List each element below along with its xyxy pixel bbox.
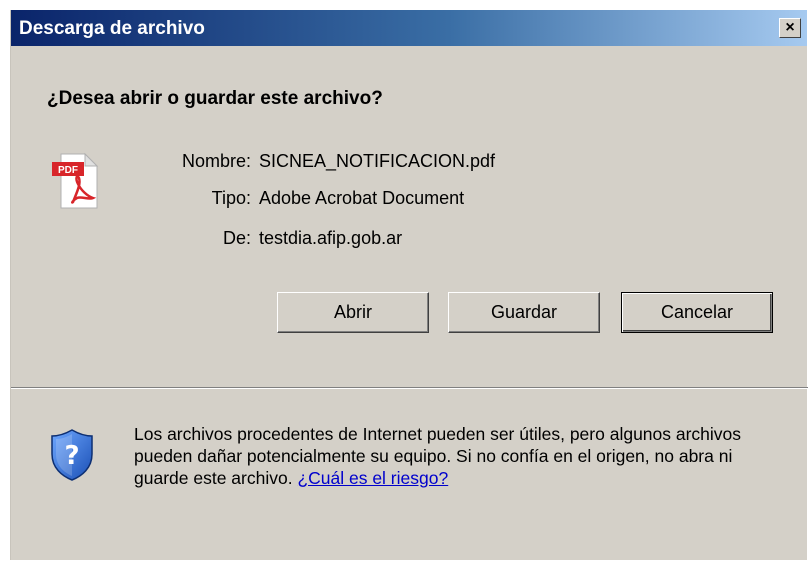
risk-link[interactable]: ¿Cuál es el riesgo? bbox=[297, 468, 448, 488]
window-title: Descarga de archivo bbox=[19, 18, 205, 39]
section-divider bbox=[11, 387, 808, 389]
name-label: Nombre: bbox=[181, 151, 251, 171]
dialog-question: ¿Desea abrir o guardar este archivo? bbox=[47, 88, 383, 109]
name-label-cell: Nombre: bbox=[111, 151, 251, 173]
save-button[interactable]: Guardar bbox=[448, 292, 600, 333]
type-label-cell: Tipo: bbox=[111, 188, 251, 210]
close-button[interactable]: × bbox=[779, 18, 801, 38]
file-source-value: testdia.afip.gob.ar bbox=[259, 228, 403, 248]
security-warning: Los archivos procedentes de Internet pue… bbox=[134, 423, 754, 489]
open-button[interactable]: Abrir bbox=[277, 292, 429, 333]
pdf-badge-text: PDF bbox=[58, 165, 78, 176]
svg-text:?: ? bbox=[64, 441, 79, 471]
download-dialog: Descarga de archivo × ¿Desea abrir o gua… bbox=[10, 10, 808, 560]
cancel-button[interactable]: Cancelar bbox=[621, 292, 773, 333]
type-label: Tipo: bbox=[211, 188, 251, 208]
from-label: De: bbox=[222, 228, 251, 248]
shield-question-icon: ? bbox=[49, 428, 95, 482]
pdf-file-icon: PDF bbox=[51, 152, 101, 210]
close-icon: × bbox=[785, 19, 795, 36]
title-bar[interactable]: Descarga de archivo × bbox=[11, 10, 807, 46]
file-name-value: SICNEA_NOTIFICACION.pdf bbox=[259, 151, 496, 171]
file-type-value: Adobe Acrobat Document bbox=[259, 188, 465, 208]
from-label-cell: De: bbox=[111, 228, 251, 250]
